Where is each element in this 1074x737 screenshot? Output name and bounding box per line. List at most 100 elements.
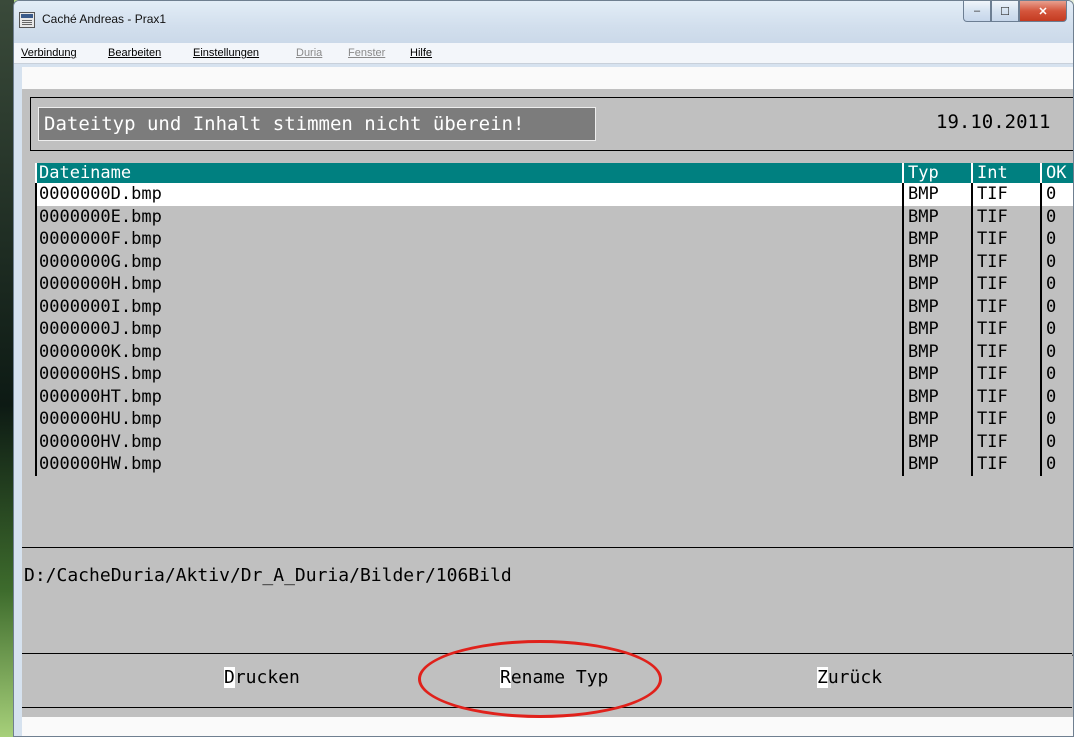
cell-type: BMP	[908, 364, 939, 384]
table-row[interactable]: 0000000E.bmp BMP TIF 0	[35, 205, 1073, 228]
cell-type: BMP	[908, 386, 939, 407]
cell-type: BMP	[908, 274, 939, 294]
print-button[interactable]: Drucken	[224, 667, 300, 688]
cell-ok: 0	[1046, 386, 1057, 407]
cell-content-type: TIF	[977, 319, 1008, 339]
cell-type: BMP	[908, 229, 939, 249]
cell-type: BMP	[908, 296, 939, 317]
menu-bearbeiten[interactable]: Bearbeiten	[108, 47, 161, 59]
print-hotkey: D	[224, 667, 235, 688]
table-row[interactable]: 0000000G.bmp BMP TIF 0	[35, 250, 1073, 273]
cell-ok: 0	[1046, 454, 1057, 474]
table-row[interactable]: 000000HT.bmp BMP TIF 0	[35, 385, 1073, 408]
divider	[22, 653, 1072, 654]
cell-filename: 0000000E.bmp	[39, 206, 162, 227]
cell-content-type: TIF	[977, 454, 1008, 474]
cell-type: BMP	[908, 184, 939, 204]
cell-type: BMP	[908, 431, 939, 452]
maximize-icon: ☐	[1000, 5, 1010, 18]
cell-ok: 0	[1046, 341, 1057, 362]
divider	[22, 547, 1073, 548]
app-icon	[19, 12, 35, 28]
app-window: Caché Andreas - Prax1 – ☐ ✕ Verbindung B…	[13, 0, 1074, 737]
menu-verbindung[interactable]: Verbindung	[21, 47, 77, 59]
close-button[interactable]: ✕	[1019, 1, 1067, 22]
menu-hilfe[interactable]: Hilfe	[410, 47, 432, 59]
table-row[interactable]: 0000000K.bmp BMP TIF 0	[35, 340, 1073, 363]
table-row[interactable]: 000000HU.bmp BMP TIF 0	[35, 408, 1073, 431]
bottom-strip	[22, 717, 1073, 736]
maximize-button[interactable]: ☐	[991, 1, 1019, 22]
table-row[interactable]: 000000HV.bmp BMP TIF 0	[35, 430, 1073, 453]
table-row[interactable]: 0000000J.bmp BMP TIF 0	[35, 318, 1073, 341]
cell-type: BMP	[908, 206, 939, 227]
error-message: Dateityp und Inhalt stimmen nicht überei…	[38, 107, 596, 141]
cell-filename: 0000000K.bmp	[39, 341, 162, 362]
cell-type: BMP	[908, 454, 939, 474]
table-row[interactable]: 000000HS.bmp BMP TIF 0	[35, 363, 1073, 386]
cell-filename: 000000HW.bmp	[39, 454, 162, 474]
print-label: rucken	[234, 667, 300, 688]
cell-ok: 0	[1046, 274, 1057, 294]
cell-content-type: TIF	[977, 251, 1008, 272]
divider	[22, 707, 1072, 708]
column-header-int[interactable]: Int	[977, 163, 1008, 183]
minimize-button[interactable]: –	[963, 1, 991, 22]
table-row[interactable]: 0000000F.bmp BMP TIF 0	[35, 228, 1073, 251]
cell-filename: 0000000H.bmp	[39, 274, 162, 294]
column-header-typ[interactable]: Typ	[908, 163, 939, 183]
table-row[interactable]: 0000000D.bmp BMP TIF 0	[35, 183, 1073, 206]
rename-hotkey: R	[500, 667, 511, 688]
terminal-area: Dateityp und Inhalt stimmen nicht überei…	[14, 67, 1073, 736]
table-row[interactable]: 0000000I.bmp BMP TIF 0	[35, 295, 1073, 318]
cell-filename: 000000HT.bmp	[39, 386, 162, 407]
cell-content-type: TIF	[977, 364, 1008, 384]
cell-ok: 0	[1046, 409, 1057, 429]
rename-type-button[interactable]: Rename Typ	[500, 667, 608, 688]
back-hotkey: Z	[817, 667, 828, 688]
back-button[interactable]: Zurück	[817, 667, 882, 688]
cell-filename: 0000000I.bmp	[39, 296, 162, 317]
cell-content-type: TIF	[977, 409, 1008, 429]
cell-content-type: TIF	[977, 184, 1008, 204]
cell-content-type: TIF	[977, 274, 1008, 294]
cell-ok: 0	[1046, 251, 1057, 272]
cell-type: BMP	[908, 251, 939, 272]
cell-filename: 0000000F.bmp	[39, 229, 162, 249]
cell-filename: 0000000J.bmp	[39, 319, 162, 339]
cell-ok: 0	[1046, 184, 1057, 204]
cell-content-type: TIF	[977, 341, 1008, 362]
table-row[interactable]: 000000HW.bmp BMP TIF 0	[35, 453, 1073, 476]
cell-type: BMP	[908, 341, 939, 362]
table-header: Dateiname Typ Int OK	[35, 163, 1073, 183]
window-controls: – ☐ ✕	[963, 1, 1067, 23]
cell-type: BMP	[908, 409, 939, 429]
cell-ok: 0	[1046, 296, 1057, 317]
current-date: 19.10.2011	[936, 111, 1051, 133]
cell-ok: 0	[1046, 431, 1057, 452]
top-strip	[22, 67, 1073, 89]
cell-content-type: TIF	[977, 229, 1008, 249]
cell-content-type: TIF	[977, 386, 1008, 407]
column-header-ok[interactable]: OK	[1046, 163, 1066, 183]
cell-content-type: TIF	[977, 206, 1008, 227]
rename-label: ename Typ	[510, 667, 609, 688]
menu-einstellungen[interactable]: Einstellungen	[193, 47, 259, 59]
cell-type: BMP	[908, 319, 939, 339]
cell-filename: 000000HV.bmp	[39, 431, 162, 452]
cell-ok: 0	[1046, 364, 1057, 384]
minimize-icon: –	[973, 5, 981, 17]
cell-filename: 000000HS.bmp	[39, 364, 162, 384]
window-title: Caché Andreas - Prax1	[42, 12, 167, 26]
menu-duria: Duria	[296, 47, 323, 59]
menu-bar: Verbindung Bearbeiten Einstellungen Duri…	[14, 43, 1073, 64]
cell-content-type: TIF	[977, 296, 1008, 317]
table-row[interactable]: 0000000H.bmp BMP TIF 0	[35, 273, 1073, 296]
cell-filename: 0000000G.bmp	[39, 251, 162, 272]
cell-content-type: TIF	[977, 431, 1008, 452]
cell-ok: 0	[1046, 229, 1057, 249]
title-bar[interactable]: Caché Andreas - Prax1 – ☐ ✕	[14, 1, 1073, 43]
cell-ok: 0	[1046, 206, 1057, 227]
column-header-dateiname[interactable]: Dateiname	[39, 163, 131, 183]
table-body: 0000000D.bmp BMP TIF 0 0000000E.bmp BMP TIF 0 00…	[35, 183, 1073, 476]
